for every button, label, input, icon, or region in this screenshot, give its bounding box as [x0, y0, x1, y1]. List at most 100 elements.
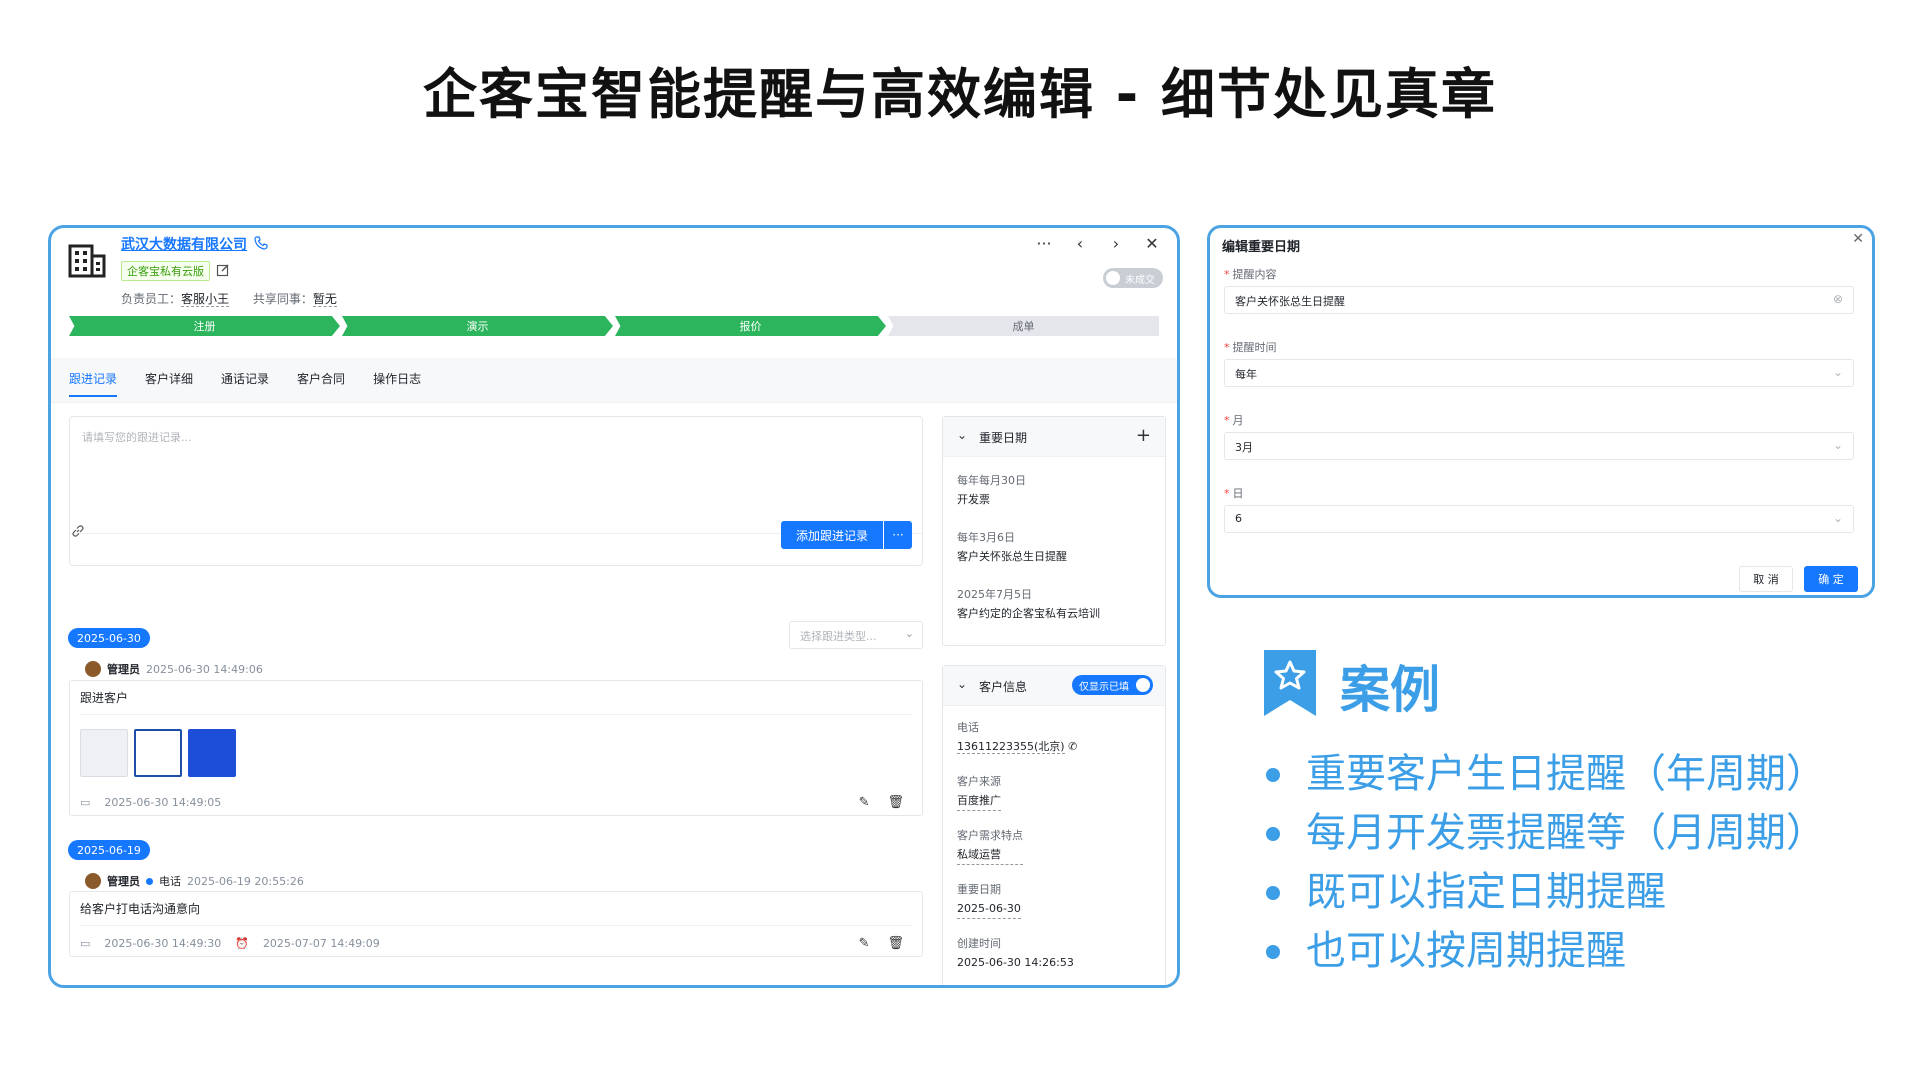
attachment-thumbnail[interactable]: [188, 729, 236, 777]
bullet-dot: [1266, 826, 1280, 841]
calendar-icon: ▭: [80, 796, 91, 809]
date-when: 每年3月6日: [957, 531, 1015, 544]
owner-value[interactable]: 客服小王: [181, 292, 230, 307]
attachment-thumbnail[interactable]: [80, 729, 128, 777]
log-author: 管理员 电话 2025-06-19 20:55:26: [85, 873, 304, 889]
phone-icon[interactable]: ✆: [1068, 740, 1077, 753]
tab-followup[interactable]: 跟进记录: [69, 370, 118, 397]
edit-icon[interactable]: [216, 263, 230, 277]
date-what: 客户约定的企客宝私有云培训: [957, 607, 1100, 620]
field-value[interactable]: 2025-06-30: [957, 899, 1021, 919]
date-what: 客户关怀张总生日提醒: [957, 550, 1067, 563]
attachment-thumbnail[interactable]: [134, 729, 182, 777]
info-field: 重要日期 2025-06-30: [957, 880, 1021, 919]
link-icon[interactable]: [71, 524, 85, 538]
cancel-button[interactable]: 取 消: [1739, 566, 1793, 592]
slide-title: 企客宝智能提醒与高效编辑 - 细节处见真章: [422, 63, 1497, 126]
chevron-down-icon[interactable]: ⌄: [957, 428, 967, 442]
toggle-knob: [1106, 271, 1120, 285]
date-what: 开发票: [957, 493, 990, 506]
field-key: 客户需求特点: [957, 829, 1023, 842]
toggle-knob: [1136, 678, 1150, 692]
date-when: 2025年7月5日: [957, 588, 1032, 601]
field-key: 创建时间: [957, 937, 1001, 950]
add-followup-button[interactable]: 添加跟进记录: [781, 521, 883, 549]
case-title: 案例: [1340, 661, 1440, 719]
reminder-content-input[interactable]: 客户关怀张总生日提醒 ⊗: [1224, 286, 1854, 314]
tab-call-records[interactable]: 通话记录: [221, 370, 269, 397]
field-value[interactable]: 私域运营: [957, 845, 1023, 865]
card-title: 重要日期: [979, 431, 1028, 445]
chevron-down-icon: ⌄: [1832, 438, 1843, 452]
edition-badge: 企客宝私有云版: [121, 261, 210, 281]
chevron-right-icon[interactable]: ›: [1105, 232, 1127, 254]
owner-row: 负责员工：客服小王 共享同事：暂无: [121, 290, 357, 307]
field-key: 重要日期: [957, 883, 1001, 896]
only-filled-label: 仅显示已填: [1079, 681, 1129, 693]
stage-step[interactable]: 报价: [615, 316, 886, 336]
info-field: 电话 13611223355(北京) ✆: [957, 718, 1077, 756]
field-label: * 日: [1224, 487, 1244, 500]
close-icon[interactable]: ✕: [1852, 231, 1864, 247]
log-user-name: 管理员: [107, 875, 140, 888]
sales-stage-bar: 注册 演示 报价 成单: [69, 316, 1161, 336]
more-options-button[interactable]: ···: [884, 521, 912, 549]
deal-toggle-label: 未成交: [1125, 274, 1155, 286]
tab-customer-detail[interactable]: 客户详细: [145, 370, 193, 397]
trash-icon[interactable]: 🗑: [887, 795, 904, 810]
day-select[interactable]: 6 ⌄: [1224, 505, 1854, 533]
followup-type-select[interactable]: 选择跟进类型... ⌄: [789, 621, 923, 649]
edit-icon[interactable]: ✎: [859, 795, 870, 810]
dialog-title: 编辑重要日期: [1222, 240, 1301, 255]
phone-icon[interactable]: [254, 236, 268, 250]
phone-value[interactable]: 13611223355(北京): [957, 740, 1065, 754]
confirm-button[interactable]: 确 定: [1804, 566, 1858, 592]
header-actions: ··· ‹ › ✕: [1033, 232, 1163, 254]
important-date-item[interactable]: 每年每月30日 开发票: [957, 471, 1026, 509]
trash-icon[interactable]: 🗑: [887, 936, 904, 951]
important-date-item[interactable]: 每年3月6日 客户关怀张总生日提醒: [957, 528, 1067, 566]
owner-label: 负责员工：: [121, 292, 182, 306]
avatar: [85, 873, 101, 889]
customer-header: 武汉大数据有限公司 企客宝私有云版 负责员工：客服小王 共享同事：暂无 ··· …: [51, 228, 1177, 358]
edit-icon[interactable]: ✎: [859, 936, 870, 951]
followup-log-card: 给客户打电话沟通意向 ▭ 2025-06-30 14:49:30 ⏰ 2025-…: [69, 891, 923, 957]
more-icon[interactable]: ···: [1033, 232, 1055, 254]
deal-status-toggle[interactable]: 未成交: [1103, 268, 1163, 288]
reminder-period-select[interactable]: 每年 ⌄: [1224, 359, 1854, 387]
field-label: * 提醒时间: [1224, 341, 1277, 354]
shared-value[interactable]: 暂无: [312, 292, 337, 307]
calendar-icon: ▭: [80, 937, 91, 950]
chevron-left-icon[interactable]: ‹: [1069, 232, 1091, 254]
clear-icon[interactable]: ⊗: [1833, 292, 1843, 306]
log-user-name: 管理员: [107, 663, 140, 676]
case-point: 也可以按周期提醒: [1262, 922, 1826, 981]
important-date-item[interactable]: 2025年7月5日 客户约定的企客宝私有云培训: [957, 585, 1100, 623]
important-dates-card: ⌄ 重要日期 + 每年每月30日 开发票 每年3月6日 客户关怀张总生日提醒 2…: [942, 416, 1166, 646]
only-filled-toggle[interactable]: 仅显示已填: [1072, 675, 1153, 695]
stage-step[interactable]: 注册: [69, 316, 340, 336]
tab-contracts[interactable]: 客户合同: [297, 370, 345, 397]
field-value[interactable]: 百度推广: [957, 791, 1001, 811]
month-select[interactable]: 3月 ⌄: [1224, 432, 1854, 460]
info-field: 客户需求特点 私域运营: [957, 826, 1023, 865]
case-point: 既可以指定日期提醒: [1262, 863, 1826, 922]
field-key: 客户来源: [957, 775, 1001, 788]
chevron-down-icon[interactable]: ⌄: [957, 677, 967, 691]
tab-operation-log[interactable]: 操作日志: [373, 370, 421, 397]
log-footer: ▭ 2025-06-30 14:49:30 ⏰ 2025-07-07 14:49…: [80, 937, 380, 950]
card-title: 客户信息: [979, 680, 1028, 694]
add-icon[interactable]: +: [1136, 425, 1151, 446]
log-created-time: 2025-06-30 14:49:30: [104, 937, 222, 950]
chevron-down-icon: ⌄: [1832, 365, 1843, 379]
stage-step[interactable]: 成单: [888, 316, 1159, 336]
field-key: 电话: [957, 721, 979, 734]
select-value: 6: [1235, 512, 1242, 525]
chevron-down-icon: ⌄: [904, 627, 914, 640]
info-field: 客户来源 百度推广: [957, 772, 1001, 811]
date-pill: 2025-06-30: [68, 628, 150, 648]
company-name-link[interactable]: 武汉大数据有限公司: [121, 234, 247, 254]
close-icon[interactable]: ✕: [1141, 232, 1163, 254]
stage-step[interactable]: 演示: [342, 316, 613, 336]
type-select-placeholder: 选择跟进类型...: [800, 630, 877, 643]
